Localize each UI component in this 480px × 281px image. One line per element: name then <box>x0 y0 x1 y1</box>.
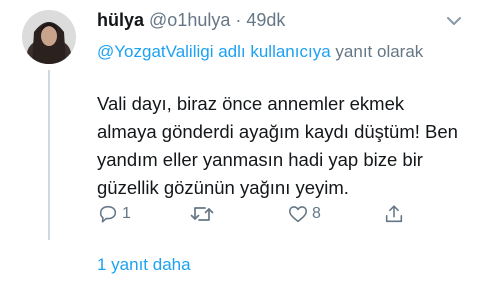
heart-icon <box>287 203 309 225</box>
chevron-down-icon[interactable] <box>446 14 462 26</box>
reply-to-mention[interactable]: @YozgatValiligi adlı kullanıcıya <box>97 42 331 61</box>
action-bar: 1 8 <box>97 200 427 228</box>
avatar[interactable] <box>22 10 76 64</box>
tweet[interactable]: hülya @o1hulya · 49dk @YozgatValiligi ad… <box>0 0 480 281</box>
like-count: 8 <box>312 205 321 222</box>
share-icon <box>383 203 405 225</box>
reply-to-line: @YozgatValiligi adlı kullanıcıya yanıt o… <box>97 38 437 65</box>
tweet-header: hülya @o1hulya · 49dk <box>97 8 285 32</box>
reply-count: 1 <box>122 205 131 222</box>
timestamp[interactable]: · 49dk <box>235 10 285 30</box>
retweet-button[interactable] <box>189 200 218 228</box>
like-button[interactable]: 8 <box>287 200 321 228</box>
user-handle[interactable]: @o1hulya <box>149 10 230 30</box>
retweet-icon <box>189 203 215 225</box>
reply-button[interactable]: 1 <box>97 200 131 228</box>
share-button[interactable] <box>383 200 405 228</box>
tweet-text: Vali dayı, biraz önce annemler ekmek alm… <box>97 93 458 198</box>
reply-icon <box>97 203 119 225</box>
avatar-image <box>22 10 76 64</box>
show-more-replies-link[interactable]: 1 yanıt daha <box>97 253 191 277</box>
reply-to-suffix: yanıt olarak <box>335 42 424 61</box>
display-name[interactable]: hülya <box>97 10 144 30</box>
thread-line <box>48 70 50 240</box>
